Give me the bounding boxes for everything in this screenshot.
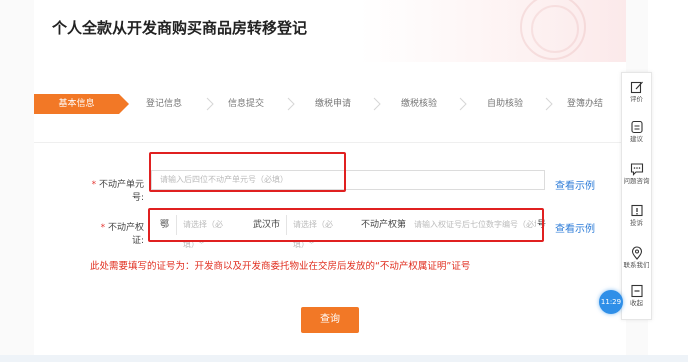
- chevron-down-icon: ﹀: [308, 241, 315, 249]
- query-button[interactable]: 查询: [301, 307, 359, 333]
- edit-icon: [630, 81, 643, 94]
- progress-steps: 基本信息 登记信息 信息提交 缴税申请 缴税核验 自助核验 登簿办结: [34, 94, 628, 114]
- page-title: 个人全款从开发商购买商品房转移登记: [52, 19, 308, 37]
- seal-watermark-icon: [520, 0, 586, 60]
- sidebar-item-label: 问题咨询: [623, 177, 650, 185]
- cert-no-example-link[interactable]: 查看示例: [555, 220, 595, 235]
- required-mark: *: [91, 180, 97, 190]
- warning-text: 此处需要填写的证号为：开发商以及开发商委托物业在交房后发放的“不动产权属证明”证…: [90, 261, 471, 272]
- step-tax-verify[interactable]: 缴税核验: [384, 94, 454, 114]
- complaint-icon: [630, 204, 643, 217]
- step-label: 缴税申请: [314, 99, 351, 109]
- unit-no-label-text: 不动产单元号:: [98, 180, 144, 203]
- sidebar-item-label: 投诉: [630, 219, 643, 227]
- sidebar-item-consult[interactable]: 问题咨询: [622, 159, 651, 197]
- sidebar-item-label: 联系我们: [623, 261, 650, 269]
- collapse-icon: [630, 284, 643, 298]
- page-margin-left: [0, 0, 34, 362]
- highlight-box-cert-no: [148, 208, 544, 242]
- cert-no-label: * 不动产权证:: [90, 220, 144, 246]
- location-icon: [631, 246, 642, 260]
- chevron-down-icon: ﹀: [198, 241, 205, 249]
- time-badge[interactable]: 11:29: [599, 290, 623, 314]
- highlight-box-unit-no: [149, 152, 346, 192]
- step-tax-application[interactable]: 缴税申请: [298, 94, 368, 114]
- suggestion-icon: [630, 120, 643, 134]
- step-label: 信息提交: [227, 99, 264, 109]
- sidebar-item-contact[interactable]: 联系我们: [622, 243, 651, 281]
- step-label: 自助核验: [486, 99, 523, 109]
- step-finish[interactable]: 登簿办结: [552, 94, 618, 114]
- sidebar-item-label: 建议: [630, 135, 643, 143]
- section-divider: [34, 142, 626, 143]
- cert-no-label-text: 不动产权证:: [107, 223, 144, 246]
- step-label: 缴税核验: [400, 99, 437, 109]
- chat-icon: [630, 163, 643, 176]
- sidebar-item-suggest[interactable]: 建议: [622, 117, 651, 155]
- sidebar-item-label: 评价: [630, 95, 643, 103]
- step-submit-info[interactable]: 信息提交: [212, 94, 280, 114]
- bottom-bar: [0, 355, 688, 362]
- required-mark: *: [100, 223, 106, 233]
- chevron-right-icon: [459, 97, 467, 111]
- sidebar-item-label: 收起: [630, 299, 643, 307]
- chevron-right-icon: [287, 97, 295, 111]
- step-basic-info[interactable]: 基本信息: [34, 94, 129, 114]
- sidebar-item-rate[interactable]: 评价: [622, 77, 651, 115]
- unit-no-example-link[interactable]: 查看示例: [555, 177, 595, 192]
- step-self-verify[interactable]: 自助核验: [470, 94, 540, 114]
- step-registration-info[interactable]: 登记信息: [128, 94, 200, 114]
- step-label: 基本信息: [58, 99, 95, 109]
- chevron-right-icon: [373, 97, 381, 111]
- sidebar-item-collapse[interactable]: 收起: [622, 281, 651, 319]
- step-label: 登记信息: [145, 99, 182, 109]
- step-label: 登簿办结: [566, 99, 603, 109]
- unit-no-label: * 不动产单元号:: [84, 177, 144, 203]
- sidebar-item-complain[interactable]: 投诉: [622, 201, 651, 239]
- right-sidebar: 评价 建议 问题咨询 投诉 联系我们 收起: [621, 72, 652, 320]
